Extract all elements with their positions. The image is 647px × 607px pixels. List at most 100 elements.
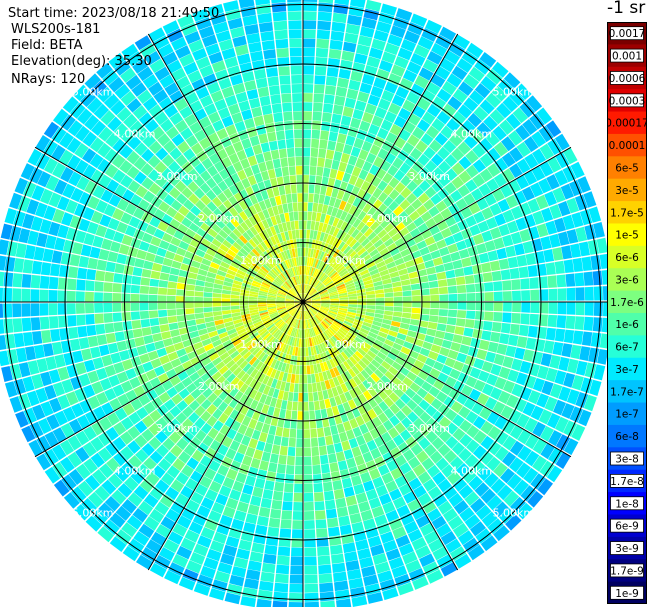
gate-cell — [340, 115, 352, 126]
gate-cell — [496, 247, 508, 260]
gate-cell — [291, 547, 303, 557]
gate-cell — [312, 120, 321, 130]
gate-cell — [141, 268, 152, 278]
gate-cell — [48, 303, 58, 316]
ring-label: 3.00km — [408, 170, 450, 183]
gate-cell — [314, 492, 324, 502]
gate-cell — [272, 490, 283, 501]
gate-cell — [306, 220, 312, 230]
gate-cell — [87, 257, 98, 270]
gate-cell — [343, 144, 353, 155]
gate-cell — [400, 279, 411, 286]
gate-cell — [105, 261, 116, 273]
gate-cell — [516, 254, 528, 267]
gate-cell — [103, 282, 113, 292]
gate-cell — [291, 193, 298, 203]
gate-cell — [310, 220, 316, 230]
gate-cell — [332, 480, 343, 491]
ring-label: 3.00km — [408, 422, 450, 435]
gate-cell — [221, 306, 231, 311]
gate-cell — [96, 259, 107, 271]
gate-cell — [554, 260, 565, 274]
gate-cell — [565, 315, 576, 330]
gate-cell — [130, 284, 140, 294]
gate-cell — [12, 273, 23, 288]
gate-cell — [475, 311, 485, 320]
gate-cell — [269, 453, 279, 464]
gate-cell — [324, 158, 333, 169]
gate-cell — [114, 263, 125, 274]
gate-cell — [507, 256, 519, 269]
gate-cell — [455, 276, 466, 285]
gate-cell — [428, 280, 439, 288]
ring-label: 5.00km — [493, 86, 535, 99]
gate-cell — [134, 336, 145, 347]
gate-cell — [293, 111, 302, 121]
gate-cell — [185, 314, 196, 321]
gate-cell — [321, 463, 330, 474]
gate-cell — [334, 580, 349, 592]
gate-cell — [435, 330, 446, 339]
gate-cell — [342, 106, 354, 118]
gate-cell — [317, 157, 325, 168]
gate-cell — [278, 185, 286, 196]
gate-cell — [473, 273, 484, 283]
gate-cell — [557, 288, 567, 301]
gate-cell — [294, 474, 303, 484]
gate-cell — [296, 429, 303, 439]
gate-cell — [341, 50, 355, 62]
ring-label: 2.00km — [366, 380, 408, 393]
gate-cell — [297, 420, 303, 429]
gate-cell — [285, 474, 294, 484]
gate-cell — [447, 285, 458, 294]
gate-cell — [308, 193, 314, 203]
gate-cell — [90, 346, 101, 359]
gate-cell — [149, 278, 160, 287]
gate-cell — [337, 460, 348, 471]
gate-cell — [563, 259, 574, 273]
gate-cell — [454, 268, 465, 277]
gate-cell — [521, 302, 531, 313]
gate-cell — [148, 294, 158, 302]
gate-cell — [118, 244, 130, 255]
gate-cell — [291, 74, 302, 84]
gate-cell — [529, 277, 539, 289]
gate-cell — [316, 166, 324, 177]
gate-cell — [326, 508, 338, 519]
gate-cell — [319, 399, 326, 410]
gate-cell — [329, 168, 338, 179]
gate-cell — [32, 331, 43, 345]
gate-cell — [0, 319, 5, 334]
gate-cell — [592, 317, 603, 332]
gate-cell — [22, 259, 34, 274]
gate-cell — [303, 29, 316, 39]
gate-cell — [521, 290, 531, 301]
gate-cell — [313, 474, 322, 484]
gate-cell — [221, 298, 231, 302]
gate-cell — [78, 337, 90, 350]
gate-cell — [50, 263, 61, 277]
gate-cell — [239, 302, 249, 306]
gate-cell — [136, 249, 147, 260]
gate-cell — [251, 542, 265, 554]
gate-cell — [336, 451, 346, 462]
gate-cell — [48, 290, 58, 302]
gate-cell — [295, 447, 303, 457]
gate-cell — [30, 303, 40, 317]
gate-cell — [130, 293, 140, 302]
gate-cell — [500, 322, 511, 334]
ring-label: 2.00km — [366, 212, 408, 225]
gate-cell — [41, 330, 52, 344]
gate-cell — [311, 129, 321, 139]
gate-cell — [98, 249, 110, 261]
gate-cell — [427, 273, 438, 282]
gate-cell — [401, 312, 412, 319]
gate-cell — [476, 349, 488, 360]
gate-cell — [166, 302, 176, 310]
gate-cell — [288, 211, 294, 222]
gate-cell — [303, 229, 307, 239]
gate-cell — [502, 291, 512, 301]
ring-label: 4.00km — [114, 128, 156, 141]
gate-cell — [153, 255, 165, 265]
gate-cell — [563, 329, 575, 344]
